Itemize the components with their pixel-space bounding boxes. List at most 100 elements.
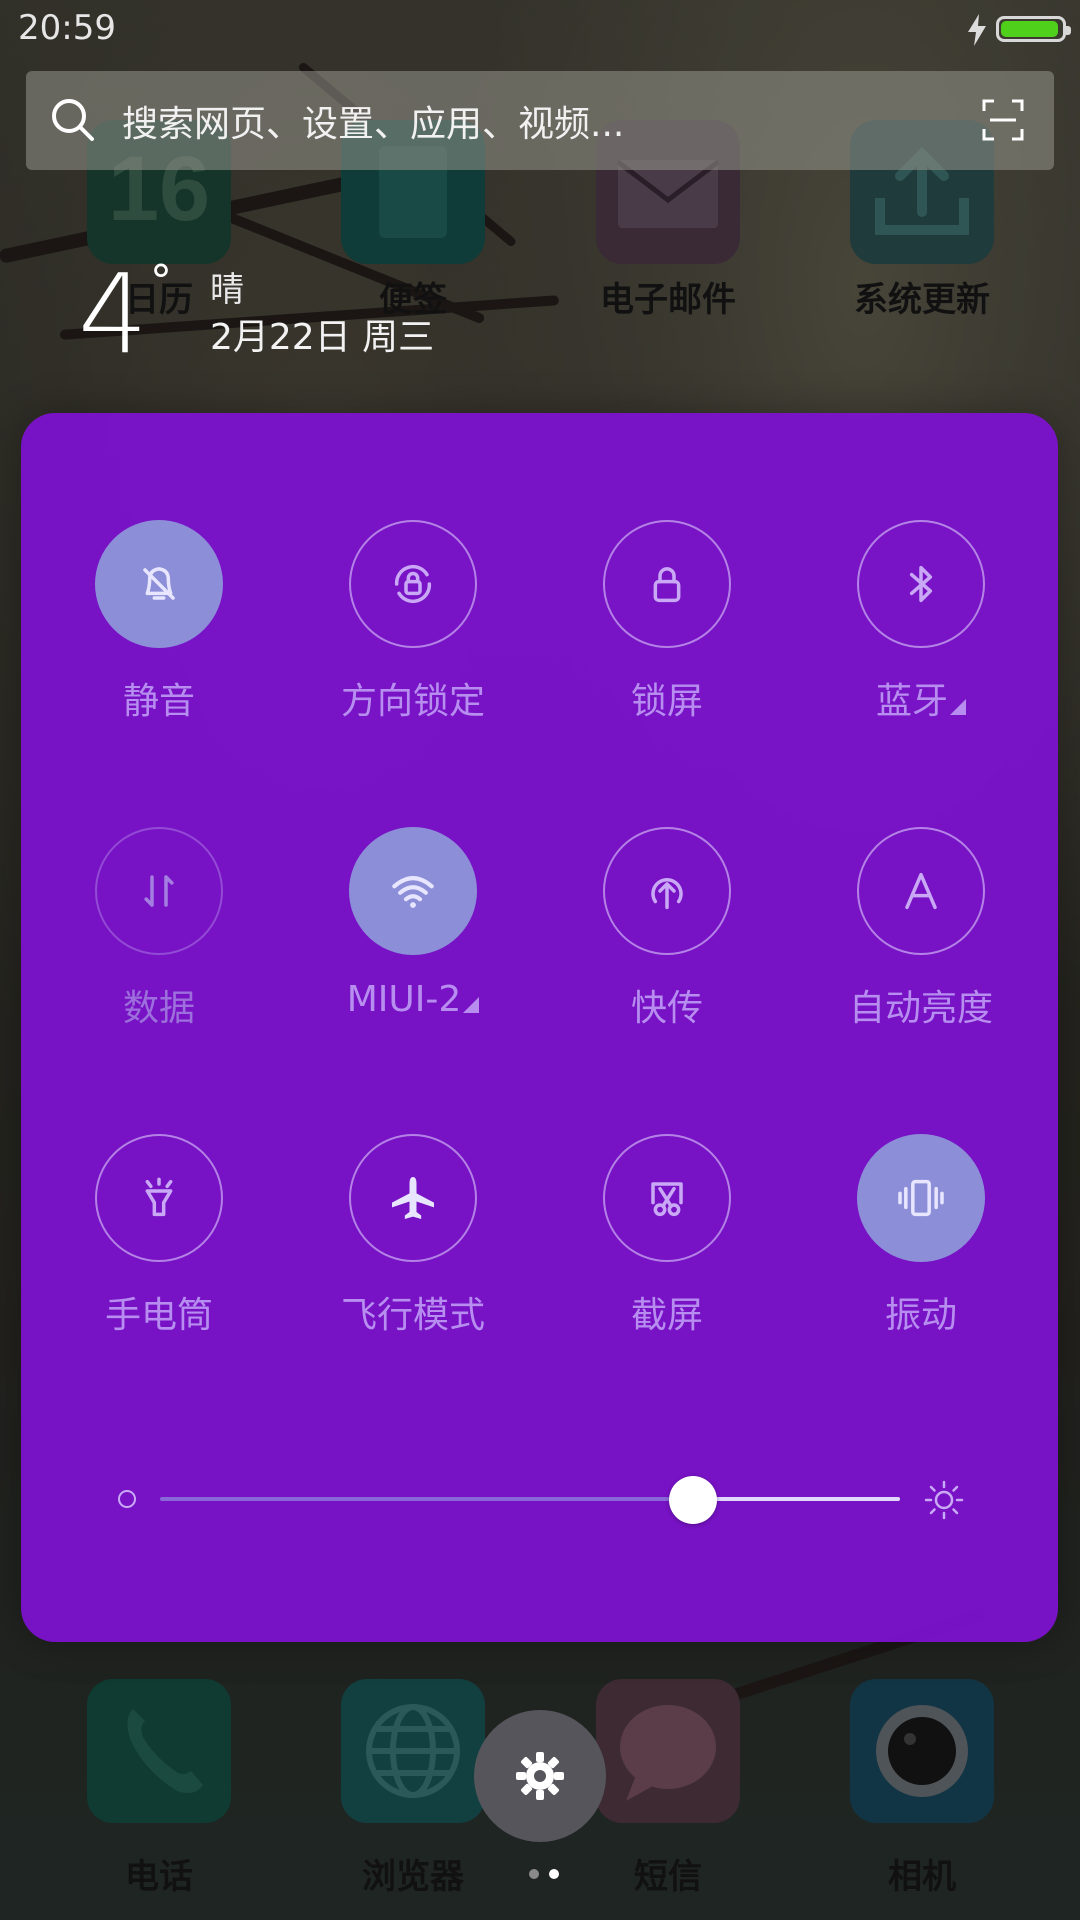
toggle-rotation-lock[interactable]: 方向锁定 xyxy=(286,520,540,740)
airplane-icon xyxy=(392,1177,434,1219)
toggle-data[interactable]: 数据 xyxy=(32,827,286,1047)
toggle-label-text: 快传 xyxy=(630,988,703,1029)
bell-off-icon xyxy=(143,567,175,600)
toggle-label: 振动 xyxy=(794,1286,1048,1338)
toggle-label: 蓝牙 xyxy=(794,672,1048,724)
toggle-label-text: 飞行模式 xyxy=(340,1295,485,1336)
more-options-indicator-icon xyxy=(463,997,480,1013)
toggle-circle[interactable] xyxy=(603,520,731,648)
toggle-circle[interactable] xyxy=(95,1134,223,1262)
brightness-low-icon xyxy=(118,1490,136,1508)
flashlight-icon xyxy=(145,1177,173,1217)
rotation-lock-icon xyxy=(394,564,432,604)
toggle-label-text: 手电筒 xyxy=(104,1295,213,1336)
toggle-label: 静音 xyxy=(32,672,286,724)
search-bar[interactable]: 搜索网页、设置、应用、视频... xyxy=(26,71,1054,170)
screenshot-icon xyxy=(651,1182,683,1217)
toggle-circle[interactable] xyxy=(95,827,223,955)
toggle-label: 截屏 xyxy=(540,1286,794,1338)
search-input[interactable]: 搜索网页、设置、应用、视频... xyxy=(122,95,624,147)
toggle-circle[interactable] xyxy=(349,1134,477,1262)
home-app-label: 系统更新 xyxy=(854,280,990,320)
status-bar: 20:59 xyxy=(0,0,1080,60)
toggle-lock[interactable]: 锁屏 xyxy=(540,520,794,740)
search-icon xyxy=(52,99,94,141)
toggle-circle[interactable] xyxy=(95,520,223,648)
dock-app-sms[interactable] xyxy=(596,1679,740,1823)
toggle-label: 飞行模式 xyxy=(286,1286,540,1338)
toggle-vibrate[interactable]: 振动 xyxy=(794,1134,1048,1354)
toggle-circle[interactable] xyxy=(857,827,985,955)
toggle-label: 自动亮度 xyxy=(794,979,1048,1031)
toggle-circle[interactable] xyxy=(857,1134,985,1262)
weather-condition: 晴 xyxy=(210,270,244,310)
dock-app-label: 相机 xyxy=(888,1857,956,1897)
toggle-auto-brightness[interactable]: 自动亮度 xyxy=(794,827,1048,1047)
toggle-circle[interactable] xyxy=(349,827,477,955)
toggle-quick-transfer[interactable]: 快传 xyxy=(540,827,794,1047)
toggle-label-text: MIUI-2 xyxy=(346,979,462,1020)
data-icon xyxy=(144,875,174,907)
browser-icon xyxy=(366,1704,460,1798)
toggle-label: 数据 xyxy=(32,979,286,1031)
page-dot xyxy=(549,1869,559,1879)
toggle-label-text: 静音 xyxy=(122,681,195,722)
brightness-track-remaining xyxy=(692,1497,900,1501)
weather-temperature[interactable]: 4 xyxy=(78,250,152,378)
toggle-label-text: 自动亮度 xyxy=(848,988,993,1029)
scan-icon[interactable] xyxy=(982,99,1024,141)
phone-icon xyxy=(127,1709,203,1793)
toggle-bluetooth[interactable]: 蓝牙 xyxy=(794,520,1048,740)
toggle-airplane[interactable]: 飞行模式 xyxy=(286,1134,540,1354)
toggle-label-text: 蓝牙 xyxy=(875,681,948,722)
battery-tip xyxy=(1066,26,1071,35)
auto-brightness-icon xyxy=(905,872,937,910)
battery-icon xyxy=(996,16,1071,42)
dock-app-label: 浏览器 xyxy=(362,1857,464,1897)
toggle-label-text: 方向锁定 xyxy=(340,681,485,722)
vibrate-icon xyxy=(898,1179,944,1217)
toggle-label: 方向锁定 xyxy=(286,672,540,724)
toggle-circle[interactable] xyxy=(349,520,477,648)
bluetooth-icon xyxy=(909,565,933,603)
gear-icon xyxy=(516,1752,564,1800)
toggle-label-text: 数据 xyxy=(122,988,195,1029)
toggle-wifi[interactable]: MIUI-2 xyxy=(286,827,540,1047)
toggle-circle[interactable] xyxy=(857,520,985,648)
battery-level xyxy=(1001,21,1058,37)
toggle-label: 手电筒 xyxy=(32,1286,286,1338)
dock-app-camera[interactable] xyxy=(850,1679,994,1823)
settings-button[interactable] xyxy=(474,1710,606,1842)
toggle-circle[interactable] xyxy=(603,827,731,955)
degree-symbol: ° xyxy=(150,256,172,307)
dock-app-browser[interactable] xyxy=(341,1679,485,1823)
toggle-label: 锁屏 xyxy=(540,672,794,724)
charging-icon xyxy=(968,14,986,46)
home-app-label: 电子邮件 xyxy=(600,280,736,320)
brightness-slider[interactable] xyxy=(160,1497,900,1501)
toggle-screenshot[interactable]: 截屏 xyxy=(540,1134,794,1354)
camera-icon xyxy=(876,1705,968,1797)
sms-icon xyxy=(620,1705,716,1801)
toggle-label-text: 截屏 xyxy=(630,1295,703,1336)
toggle-label: MIUI-2 xyxy=(286,979,540,1020)
toggle-label-text: 锁屏 xyxy=(630,681,703,722)
dock-app-phone[interactable] xyxy=(87,1679,231,1823)
status-time: 20:59 xyxy=(18,8,116,48)
dock-app-label: 短信 xyxy=(634,1857,702,1897)
brightness-high-icon xyxy=(924,1480,964,1520)
more-options-indicator-icon xyxy=(950,699,966,715)
weather-date: 2月22日 周三 xyxy=(210,317,435,358)
page-indicator xyxy=(524,1864,564,1883)
toggle-circle[interactable] xyxy=(603,1134,731,1262)
quick-transfer-icon xyxy=(651,878,683,910)
brightness-slider-thumb[interactable] xyxy=(668,1476,717,1524)
toggle-bell-off[interactable]: 静音 xyxy=(32,520,286,740)
page-dot xyxy=(529,1869,539,1879)
toggle-label-text: 振动 xyxy=(884,1295,957,1336)
wifi-icon xyxy=(392,876,434,908)
dock-app-label: 电话 xyxy=(125,1857,193,1897)
toggle-label: 快传 xyxy=(540,979,794,1031)
toggle-flashlight[interactable]: 手电筒 xyxy=(32,1134,286,1354)
lock-icon xyxy=(653,567,681,603)
